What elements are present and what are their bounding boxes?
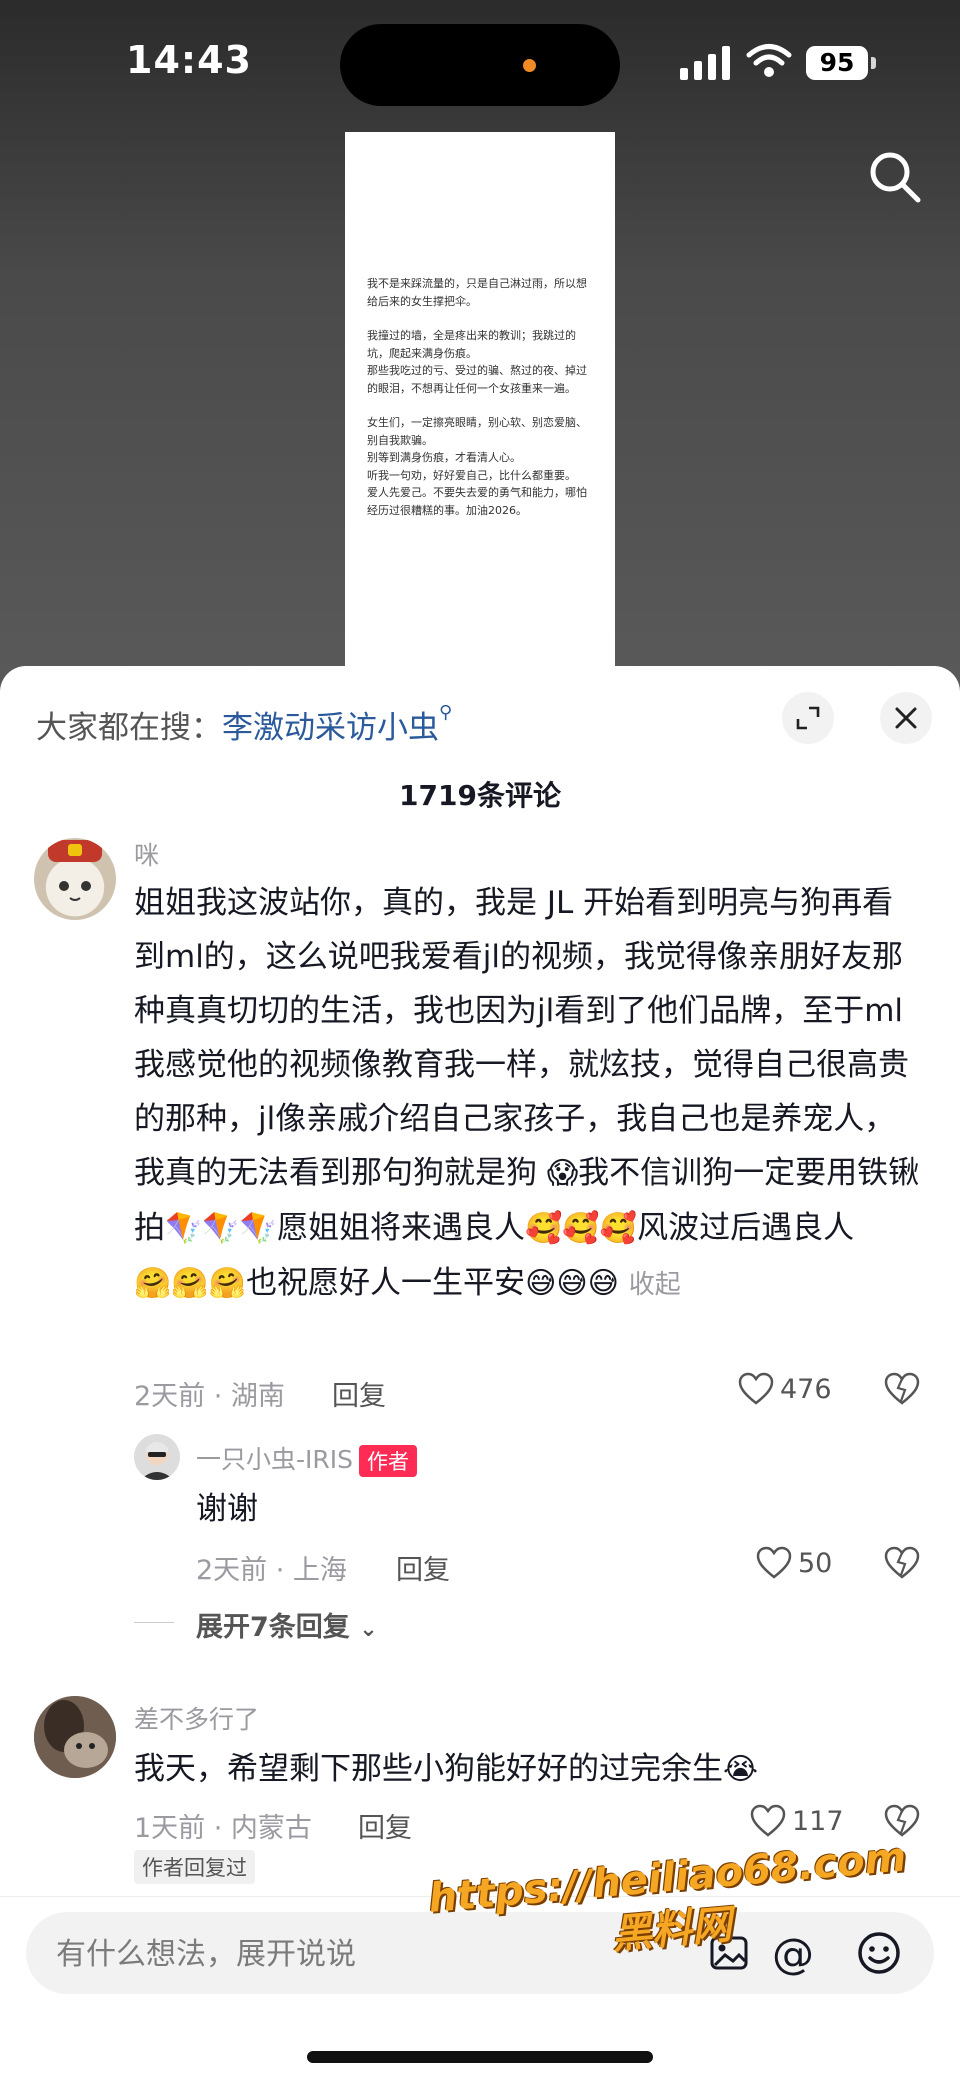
- like-button[interactable]: 50: [756, 1546, 832, 1580]
- cat-photo-avatar-icon: [34, 1696, 116, 1778]
- hot-search-prefix: 大家都在搜：: [36, 710, 222, 746]
- comment-username[interactable]: 差不多行了: [134, 1700, 259, 1736]
- dislike-icon[interactable]: [884, 1372, 920, 1406]
- dislike-icon[interactable]: [884, 1546, 920, 1580]
- comment-meta: 1天前 · 内蒙古: [134, 1813, 312, 1844]
- comment-text-part: 我天，希望剩下那些小狗能好好的过完余生: [134, 1751, 723, 1787]
- heart-icon: [738, 1372, 774, 1405]
- divider: [134, 1622, 174, 1623]
- reply-meta: 2天前 · 上海: [196, 1555, 347, 1586]
- comment-username[interactable]: 咪: [134, 836, 159, 872]
- close-button[interactable]: [880, 692, 932, 744]
- reply-username-text[interactable]: 一只小虫-IRIS: [196, 1445, 353, 1474]
- expand-replies-label: 展开7条回复: [196, 1612, 350, 1643]
- shovel-emoji-icon: 🪁🪁🪁: [165, 1211, 278, 1246]
- comment-text: 我天，希望剩下那些小狗能好好的过完余生😭: [134, 1742, 924, 1797]
- crying-emoji-icon: 😭: [723, 1752, 759, 1787]
- smile-emoji-icon: 🤗🤗🤗: [134, 1266, 247, 1301]
- avatar[interactable]: [34, 838, 116, 920]
- home-indicator[interactable]: [307, 2051, 653, 2063]
- dynamic-island: [340, 24, 620, 106]
- grin-emoji-icon: 😅😅😅: [525, 1266, 619, 1301]
- status-bar: 14:43 95: [0, 0, 960, 130]
- person-avatar-icon: [140, 1442, 174, 1480]
- author-replied-badge: 作者回复过: [134, 1850, 255, 1884]
- reply-button[interactable]: 回复: [396, 1548, 450, 1587]
- heart-icon: [756, 1546, 792, 1579]
- like-button[interactable]: 117: [750, 1804, 844, 1838]
- expand-replies-button[interactable]: 展开7条回复 ⌄: [196, 1605, 378, 1644]
- hug-emoji-icon: 🥰🥰🥰: [525, 1211, 638, 1246]
- document-paragraph: 我撞过的墙，全是疼出来的教训；我跳过的坑，爬起来满身伤痕。 那些我吃过的亏、受过…: [367, 329, 587, 395]
- document-image[interactable]: 我不是来踩流量的，只是自己淋过雨，所以想给后来的女生撑把伞。 我撞过的墙，全是疼…: [345, 132, 615, 732]
- document-paragraph: 女生们，一定擦亮眼睛，别心软、别恋爱脑、别自我欺骗。 别等到满身伤痕，才看清人心…: [367, 416, 587, 517]
- battery-indicator: 95: [806, 46, 868, 80]
- reply-username: 一只小虫-IRIS 作者: [196, 1440, 418, 1477]
- chevron-down-icon: ⌄: [359, 1617, 378, 1642]
- dislike-icon[interactable]: [884, 1804, 920, 1838]
- cat-avatar-icon: [48, 840, 102, 901]
- heart-icon: [750, 1804, 786, 1837]
- face-emoji-icon: 😱: [546, 1156, 579, 1191]
- reply-text: 谢谢: [196, 1491, 258, 1527]
- hot-search[interactable]: 大家都在搜：李激动采访小虫⚲: [36, 702, 452, 747]
- status-time: 14:43: [126, 38, 252, 82]
- author-tag: 作者: [359, 1445, 418, 1477]
- expand-icon: [796, 706, 820, 730]
- avatar[interactable]: [34, 1696, 116, 1778]
- reply-button[interactable]: 回复: [332, 1374, 386, 1413]
- like-count: 476: [780, 1373, 832, 1405]
- wifi-icon: [746, 44, 792, 77]
- comment-text-part: 风波过后遇良人: [637, 1210, 855, 1246]
- close-icon: [895, 707, 917, 729]
- hot-search-keyword[interactable]: 李激动采访小虫: [222, 710, 439, 746]
- comment-text: 姐姐我这波站你，真的，我是 JL 开始看到明亮与狗再看到ml的，这么说吧我爱看j…: [134, 876, 924, 1312]
- cellular-signal-icon: [680, 46, 730, 80]
- battery-tip: [871, 57, 876, 69]
- avatar[interactable]: [134, 1434, 180, 1480]
- like-button[interactable]: 476: [738, 1372, 832, 1406]
- search-small-icon: ⚲: [439, 702, 453, 723]
- like-count: 117: [792, 1805, 844, 1837]
- comment-text-part: 愿姐姐将来遇良人: [277, 1210, 526, 1246]
- comment-text-part: 姐姐我这波站你，真的，我是 JL 开始看到明亮与狗再看到ml的，这么说吧我爱看j…: [134, 885, 909, 1191]
- expand-button[interactable]: [782, 692, 834, 744]
- comment-count: 1719条评论: [399, 779, 561, 812]
- document-text: 我不是来踩流量的，只是自己淋过雨，所以想给后来的女生撑把伞。 我撞过的墙，全是疼…: [367, 275, 595, 536]
- collapse-link[interactable]: 收起: [629, 1270, 681, 1300]
- document-paragraph: 我不是来踩流量的，只是自己淋过雨，所以想给后来的女生撑把伞。: [367, 277, 587, 308]
- comment-meta: 2天前 · 湖南: [134, 1381, 285, 1412]
- comment-text-part: 也祝愿好人一生平安: [246, 1265, 526, 1301]
- reply-button[interactable]: 回复: [358, 1806, 412, 1845]
- search-icon[interactable]: [868, 150, 922, 204]
- like-count: 50: [798, 1547, 833, 1579]
